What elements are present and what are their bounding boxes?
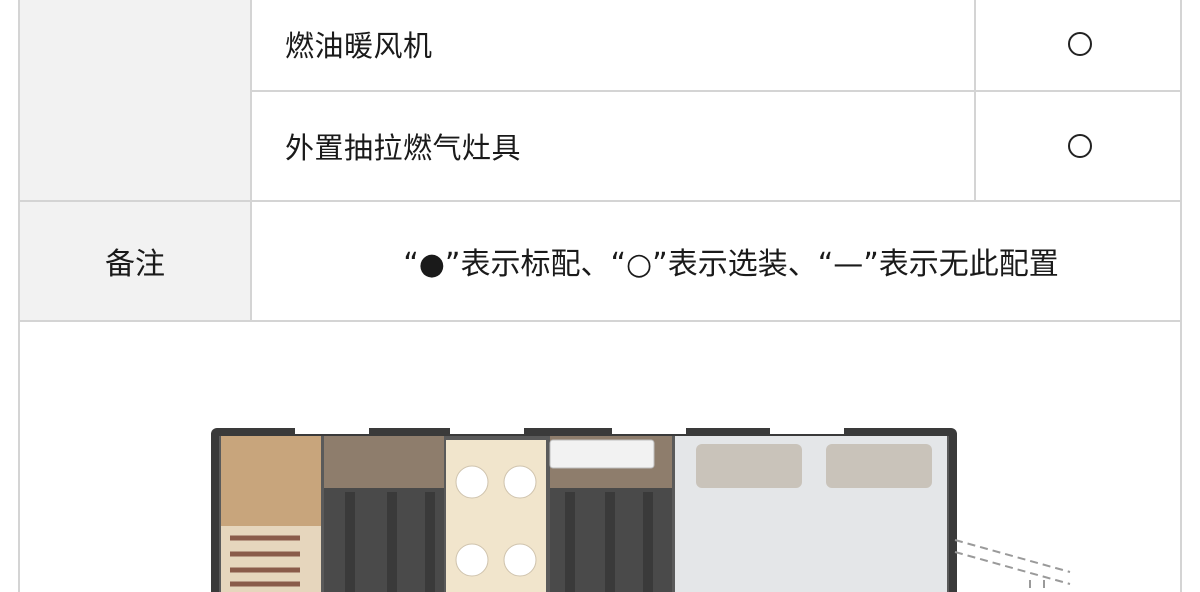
pillow	[826, 444, 932, 488]
window-mark	[450, 428, 524, 434]
floorplan-area	[20, 322, 1180, 592]
floorplan-image	[211, 428, 1071, 592]
note-text: “●”表示标配、“○”表示选装、“—”表示无此配置	[403, 247, 1059, 282]
note-row: 备注 “●”表示标配、“○”表示选装、“—”表示无此配置	[20, 200, 1180, 322]
optional-mark	[974, 0, 1184, 90]
feature-name: 燃油暖风机	[285, 29, 433, 63]
door-swing	[954, 539, 1071, 592]
pillow	[696, 444, 802, 488]
wardrobe	[221, 436, 321, 526]
category-cell	[20, 0, 252, 200]
spec-table: 燃油暖风机 外置抽拉燃气灶具 备注 “●”表示标配、“○”表示选装、“—”表示无…	[18, 0, 1182, 592]
optional-circle-icon	[1068, 32, 1092, 56]
window-mark	[770, 428, 844, 434]
air-conditioner	[549, 439, 655, 469]
window-mark	[612, 428, 686, 434]
window-mark	[295, 428, 369, 434]
bench-back-left	[324, 436, 444, 488]
optional-circle-icon	[1068, 134, 1092, 158]
table-row: 燃油暖风机	[252, 0, 1182, 90]
note-label: 备注	[20, 202, 252, 320]
optional-mark	[974, 92, 1184, 200]
table-row: 外置抽拉燃气灶具	[252, 90, 1182, 200]
feature-name: 外置抽拉燃气灶具	[285, 131, 522, 165]
